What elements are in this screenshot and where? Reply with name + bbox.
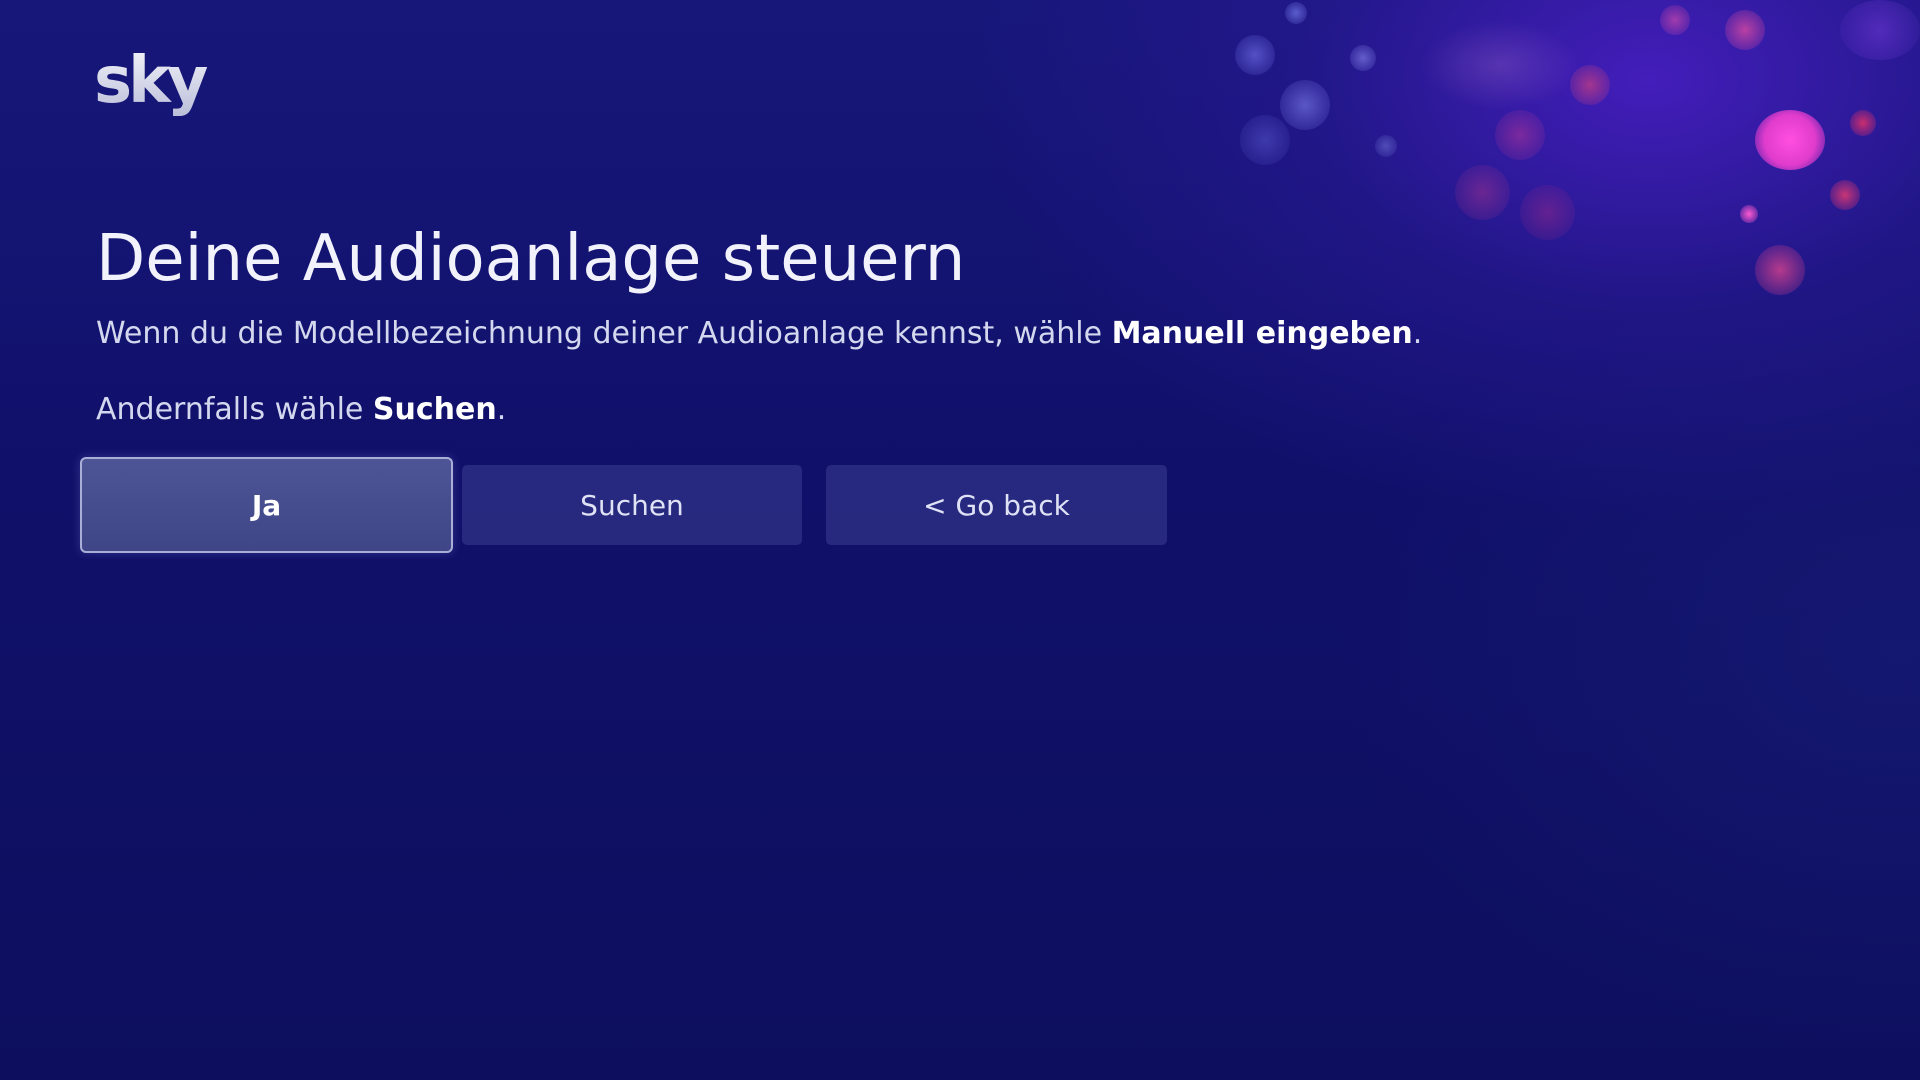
instruction-text: Andernfalls wähle	[96, 392, 373, 427]
instruction-line-2: Andernfalls wähle Suchen.	[96, 392, 506, 427]
bokeh-light	[1455, 165, 1510, 220]
sky-logo: sky	[94, 40, 214, 126]
bokeh-light	[1725, 10, 1765, 50]
instruction-emphasis: Manuell eingeben	[1111, 316, 1413, 351]
bokeh-light	[1285, 2, 1307, 24]
bokeh-light	[1235, 35, 1275, 75]
bokeh-light	[1755, 110, 1825, 170]
bokeh-light	[1830, 180, 1860, 210]
instruction-punct: .	[496, 392, 507, 427]
instruction-line-1: Wenn du die Modellbezeichnung deiner Aud…	[96, 316, 1422, 351]
bokeh-light	[1280, 80, 1330, 130]
bokeh-light	[1740, 205, 1758, 223]
bokeh-light	[1375, 135, 1397, 157]
bokeh-light	[1350, 45, 1376, 71]
bokeh-light	[1660, 5, 1690, 35]
suchen-button[interactable]: Suchen	[462, 465, 802, 545]
bokeh-light	[1840, 0, 1920, 60]
bokeh-light	[1495, 110, 1545, 160]
bokeh-light	[1755, 245, 1805, 295]
bokeh-light	[1570, 65, 1610, 105]
instruction-punct: .	[1412, 316, 1423, 351]
bokeh-light	[1420, 20, 1580, 110]
go-back-button[interactable]: < Go back	[826, 465, 1167, 545]
bokeh-light	[1520, 185, 1575, 240]
bokeh-light	[1850, 110, 1876, 136]
bokeh-light	[1240, 115, 1290, 165]
logo-text: sky	[94, 44, 208, 118]
sky-logo-mark: sky	[94, 44, 212, 118]
instruction-emphasis: Suchen	[372, 392, 497, 427]
page-title: Deine Audioanlage steuern	[96, 222, 966, 296]
ja-button[interactable]: Ja	[80, 457, 453, 553]
instruction-text: Wenn du die Modellbezeichnung deiner Aud…	[96, 316, 1112, 351]
